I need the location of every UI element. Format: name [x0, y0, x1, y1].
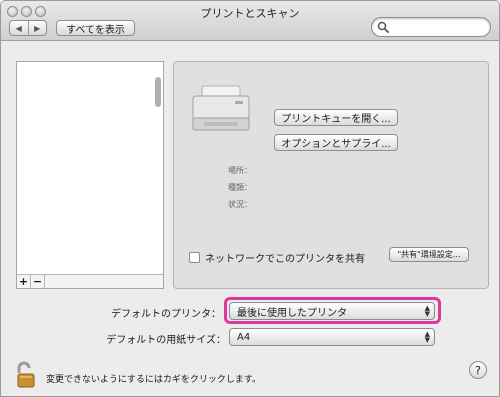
- status-label: 状況：: [228, 200, 252, 209]
- printer-detail-panel: プリントキューを開く... オプションとサプライ... 場所： 種類： 状況： …: [173, 61, 489, 289]
- open-print-queue-button[interactable]: プリントキューを開く...: [274, 109, 398, 126]
- help-button[interactable]: ?: [469, 361, 487, 379]
- back-forward-control: ◀ ▶: [9, 20, 47, 36]
- scrollbar-thumb[interactable]: [155, 77, 161, 107]
- share-printer-option[interactable]: ネットワークでこのプリンタを共有: [189, 250, 365, 265]
- search-field[interactable]: [371, 17, 491, 37]
- lock-icon[interactable]: [15, 361, 37, 389]
- remove-printer-button[interactable]: −: [31, 275, 45, 288]
- share-printer-checkbox[interactable]: [189, 252, 200, 263]
- default-printer-highlight: [224, 297, 441, 324]
- location-label: 場所：: [228, 166, 252, 175]
- printer-list-scrollbar[interactable]: [154, 64, 162, 271]
- printer-list-footer: + −: [17, 274, 163, 288]
- share-printer-label[interactable]: ネットワークでこのプリンタを共有: [205, 250, 365, 265]
- show-all-button[interactable]: すべてを表示: [56, 20, 135, 36]
- popup-arrows-icon: ▲ ▼: [424, 330, 430, 344]
- forward-button[interactable]: ▶: [29, 21, 47, 35]
- default-printer-label: デフォルトのプリンタ：: [111, 309, 221, 320]
- lock-instruction-text: 変更できないようにするにはカギをクリックします。: [46, 375, 262, 385]
- printer-icon: [192, 85, 250, 131]
- default-paper-size-value: A4: [237, 331, 251, 343]
- default-paper-size-label: デフォルトの用紙サイズ：: [106, 335, 226, 346]
- search-icon: [377, 21, 389, 33]
- printers-preferences-window: プリントとスキャン ◀ ▶ すべてを表示 + − プリントキューを開く... オ…: [0, 0, 500, 397]
- options-and-supplies-button[interactable]: オプションとサプライ...: [274, 134, 398, 151]
- add-printer-button[interactable]: +: [17, 275, 31, 288]
- back-button[interactable]: ◀: [10, 21, 29, 35]
- sharing-preferences-button[interactable]: "共有"環境設定...: [389, 247, 469, 262]
- printer-list[interactable]: + −: [16, 61, 164, 289]
- default-paper-size-popup[interactable]: A4 ▲ ▼: [229, 328, 435, 346]
- title-bar: プリントとスキャン ◀ ▶ すべてを表示: [1, 1, 499, 41]
- kind-label: 種類：: [228, 183, 252, 192]
